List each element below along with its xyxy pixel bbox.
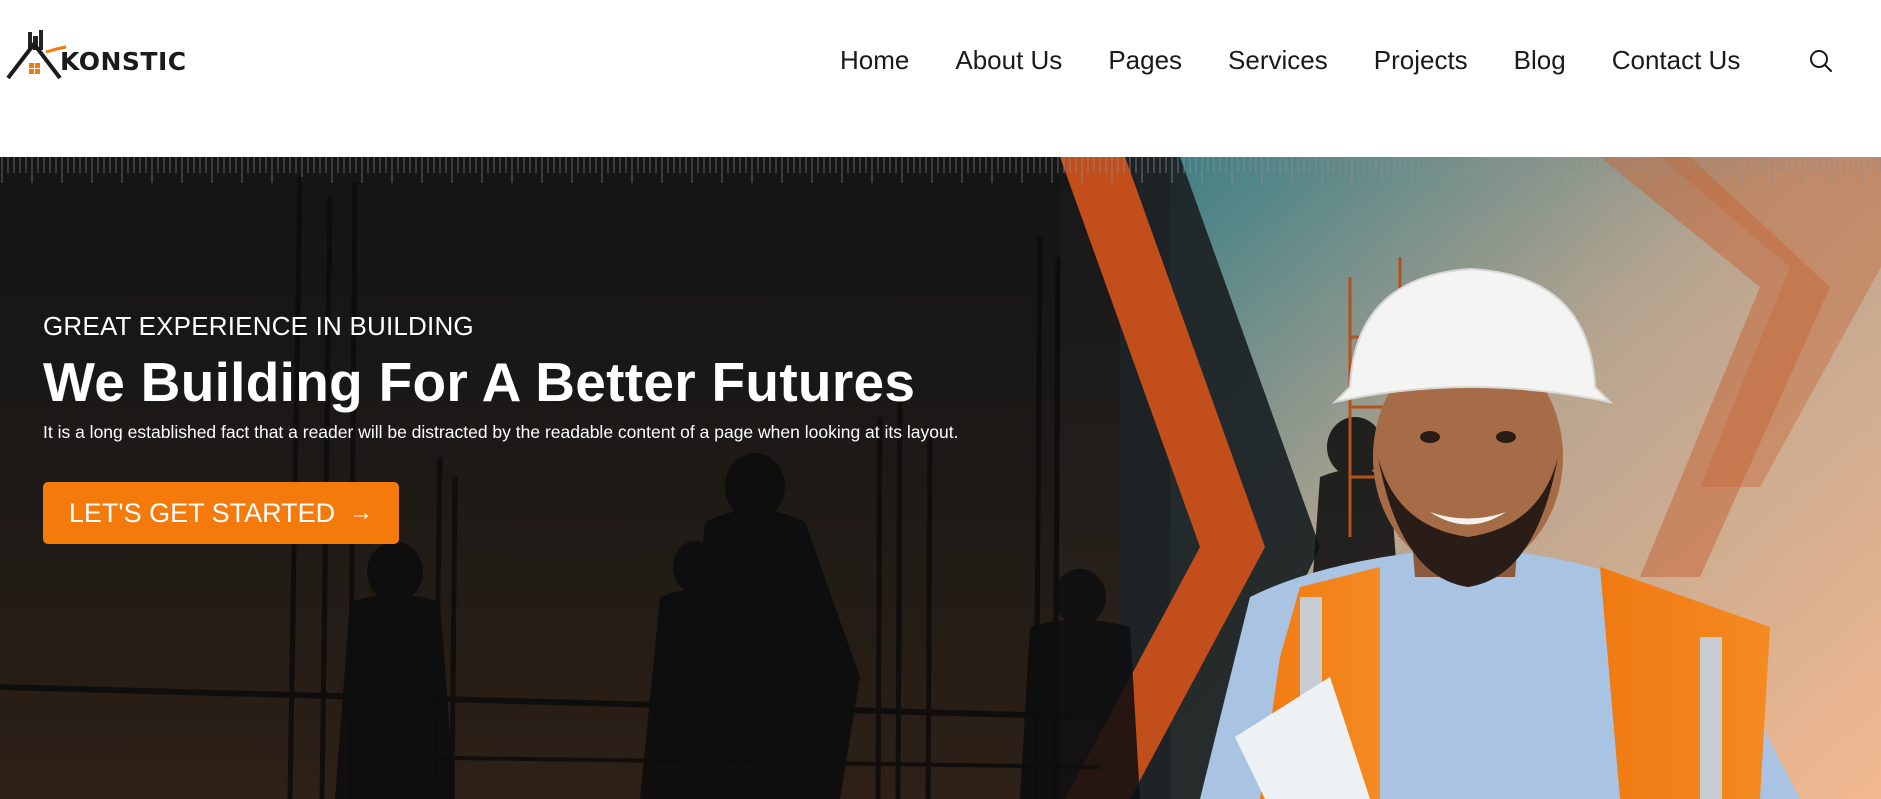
brand-name: KONSTIC <box>60 47 187 76</box>
nav-item-contact-us[interactable]: Contact Us <box>1612 41 1741 79</box>
house-logo-icon <box>6 30 66 80</box>
nav-item-home[interactable]: Home <box>840 41 909 79</box>
get-started-button[interactable]: LET'S GET STARTED → <box>43 482 399 544</box>
main-nav: Home About Us Pages Services Projects Bl… <box>840 41 1740 79</box>
get-started-label: LET'S GET STARTED <box>68 497 336 528</box>
search-button[interactable] <box>1806 46 1836 76</box>
site-header: KONSTIC Home About Us Pages Services Pro… <box>0 0 1881 157</box>
arrow-right-icon: → <box>349 499 374 526</box>
hero-subtext: It is a long established fact that a rea… <box>43 422 959 442</box>
brand-logo[interactable]: KONSTIC <box>6 30 186 82</box>
hero-eyebrow: GREAT EXPERIENCE IN BUILDING <box>43 311 474 341</box>
nav-item-services[interactable]: Services <box>1228 41 1328 79</box>
hero-section: GREAT EXPERIENCE IN BUILDING We Building… <box>0 157 1881 799</box>
search-icon <box>1810 50 1832 72</box>
nav-item-projects[interactable]: Projects <box>1374 41 1468 79</box>
nav-item-about-us[interactable]: About Us <box>955 41 1062 79</box>
hero-headline: We Building For A Better Futures <box>43 351 916 413</box>
hero-background-art <box>0 157 1881 799</box>
nav-item-pages[interactable]: Pages <box>1108 41 1182 79</box>
nav-item-blog[interactable]: Blog <box>1514 41 1566 79</box>
